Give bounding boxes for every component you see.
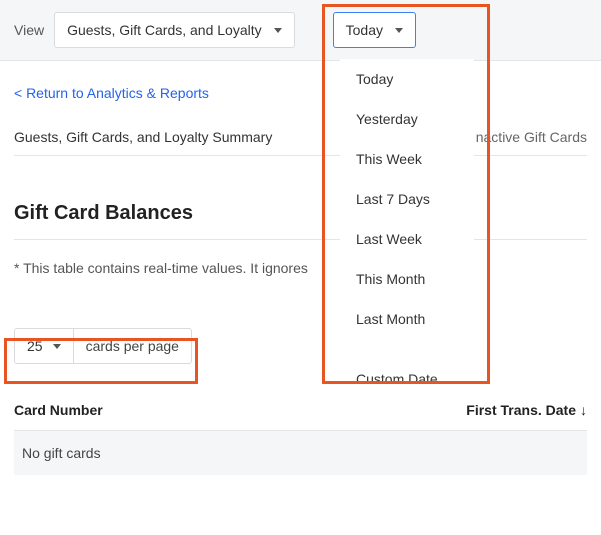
date-select[interactable]: Today <box>333 12 416 48</box>
menu-item-last-week[interactable]: Last Week <box>340 219 474 259</box>
page-size-select[interactable]: 25 <box>14 328 74 364</box>
menu-item-yesterday[interactable]: Yesterday <box>340 99 474 139</box>
table: Card Number First Trans. Date ↓ No gift … <box>14 390 587 475</box>
menu-item-last-month[interactable]: Last Month <box>340 299 474 339</box>
page-size-label: cards per page <box>74 328 192 364</box>
date-select-value: Today <box>346 22 383 38</box>
divider <box>14 239 587 240</box>
menu-item-last-7-days[interactable]: Last 7 Days <box>340 179 474 219</box>
note-text: * This table contains real-time values. … <box>14 260 587 276</box>
caret-down-icon <box>395 28 403 33</box>
tab-summary[interactable]: Guests, Gift Cards, and Loyalty Summary <box>14 129 272 145</box>
back-link[interactable]: < Return to Analytics & Reports <box>14 85 209 101</box>
page-size-value: 25 <box>27 338 43 354</box>
page-title: Gift Card Balances <box>14 202 587 225</box>
col-first-trans-date[interactable]: First Trans. Date ↓ <box>466 402 587 418</box>
menu-item-today[interactable]: Today <box>340 59 474 99</box>
menu-item-custom-date[interactable]: Custom Date <box>340 359 474 399</box>
table-empty-row: No gift cards <box>14 431 587 475</box>
date-dropdown-menu: Today Yesterday This Week Last 7 Days La… <box>340 59 474 399</box>
view-label: View <box>14 22 44 38</box>
menu-item-this-month[interactable]: This Month <box>340 259 474 299</box>
col-card-number[interactable]: Card Number <box>14 402 103 418</box>
view-select[interactable]: Guests, Gift Cards, and Loyalty <box>54 12 295 48</box>
col-first-trans-label: First Trans. Date <box>466 402 576 418</box>
menu-item-this-week[interactable]: This Week <box>340 139 474 179</box>
menu-separator <box>340 339 474 359</box>
caret-down-icon <box>274 28 282 33</box>
page-size-control: 25 cards per page <box>14 328 587 364</box>
view-select-value: Guests, Gift Cards, and Loyalty <box>67 22 262 38</box>
content: < Return to Analytics & Reports Guests, … <box>0 61 601 475</box>
tab-inactive-gift-cards[interactable]: nactive Gift Cards <box>476 129 587 145</box>
arrow-down-icon: ↓ <box>580 402 587 418</box>
caret-down-icon <box>53 344 61 349</box>
tabs: Guests, Gift Cards, and Loyalty Summary … <box>14 129 587 156</box>
topbar: View Guests, Gift Cards, and Loyalty Tod… <box>0 0 601 61</box>
table-header: Card Number First Trans. Date ↓ <box>14 390 587 431</box>
